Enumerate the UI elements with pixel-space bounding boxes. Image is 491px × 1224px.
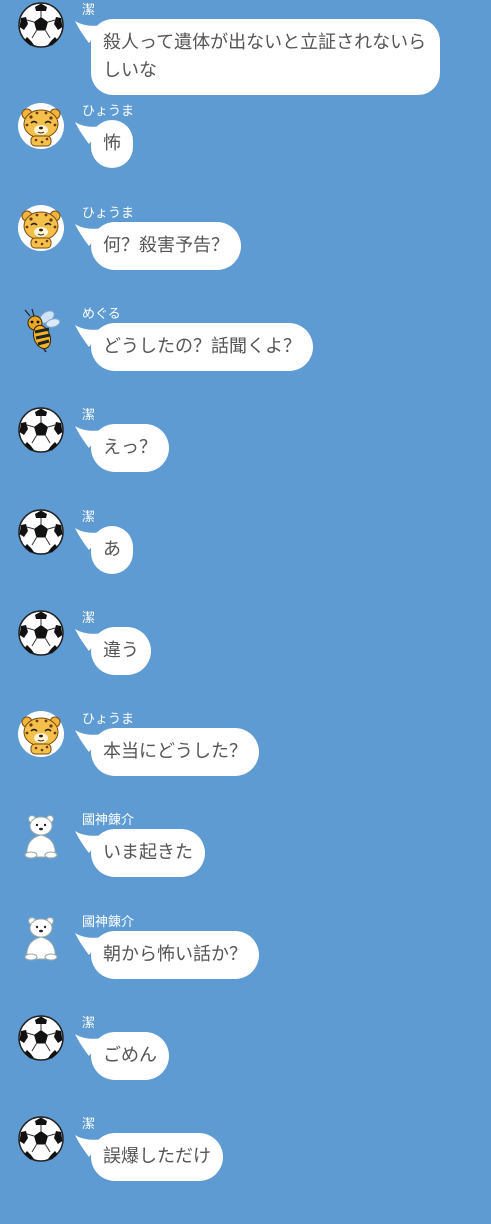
message-bubble[interactable]: 誤爆しただけ xyxy=(75,1133,223,1182)
leopard-icon[interactable] xyxy=(17,710,65,758)
bubble-tail-icon xyxy=(75,730,103,753)
soccer-ball-icon[interactable] xyxy=(17,1115,65,1163)
chat-message: 潔誤爆しただけ xyxy=(0,1113,491,1182)
bubble-tail-icon xyxy=(75,122,103,145)
bubble-tail xyxy=(75,1135,103,1158)
sender-name: 潔 xyxy=(82,610,96,626)
message-bubble[interactable]: 朝から怖い話か？ xyxy=(75,930,259,979)
bubble-tail-icon xyxy=(75,628,103,651)
message-text: あ xyxy=(103,538,121,560)
message-text: どうしたの？話聞くよ？ xyxy=(103,335,301,357)
bubble-tail-icon xyxy=(75,324,103,347)
soccer-ball-icon[interactable] xyxy=(17,406,65,454)
bubble-tail xyxy=(75,831,103,854)
sender-name: 潔 xyxy=(82,3,96,18)
chat-message: 國神錬介いま起きた xyxy=(0,809,491,878)
soccer-ball-icon[interactable] xyxy=(17,508,65,556)
sender-name: 潔 xyxy=(82,509,96,525)
chat-message: めぐるどうしたの？話聞くよ？ xyxy=(0,303,491,371)
polar-bear-icon[interactable] xyxy=(17,913,65,961)
message-text: いま起きた xyxy=(103,842,193,864)
chat-message: ひょうま何？殺害予告？ xyxy=(0,202,491,270)
bubble-tail-icon xyxy=(75,932,103,955)
bubble-tail-icon xyxy=(75,21,103,43)
bubble-tail-icon xyxy=(75,1034,103,1056)
bubble-tail xyxy=(75,730,103,753)
message-bubble[interactable]: 本当にどうした？ xyxy=(75,728,259,777)
chat-message: 潔違う xyxy=(0,607,491,675)
sender-name: ひょうま xyxy=(82,712,135,728)
message-bubble[interactable]: えっ？ xyxy=(75,424,169,473)
chat-log[interactable]: 潔殺人って遺体が出ないと立証されないらしいな ひょうま怖ひょうま 何？殺害予告？ めぐ… xyxy=(0,0,491,1224)
sender-name: 潔 xyxy=(82,408,96,424)
bubble-tail xyxy=(75,122,103,145)
sender-name: 潔 xyxy=(82,1016,96,1031)
bubble-tail xyxy=(75,527,103,550)
chat-message: 潔えっ？ xyxy=(0,404,491,473)
sender-name: 國神錬介 xyxy=(82,914,135,930)
bubble-tail-icon xyxy=(75,1135,103,1158)
message-text: 朝から怖い話か？ xyxy=(103,943,247,965)
bubble-tail-icon xyxy=(75,527,103,550)
chat-message: 潔殺人って遺体が出ないと立証されないらしいな xyxy=(0,0,491,99)
message-text: 違う xyxy=(103,639,139,661)
message-text: 何？殺害予告？ xyxy=(103,234,229,256)
leopard-icon[interactable] xyxy=(17,204,65,252)
sender-name: 國神錬介 xyxy=(82,813,135,829)
chat-message: ひょうま怖 xyxy=(0,100,491,169)
bubble-tail-icon xyxy=(75,223,103,246)
bee-icon[interactable] xyxy=(17,305,65,353)
chat-message: 潔あ xyxy=(0,506,491,574)
sender-name: 潔 xyxy=(82,1117,96,1133)
message-bubble[interactable]: 何？殺害予告？ xyxy=(75,221,241,270)
message-bubble[interactable]: あ xyxy=(75,525,133,574)
message-bubble[interactable]: 違う xyxy=(75,626,151,675)
chat-message: 潔ごめん xyxy=(0,1012,491,1080)
soccer-ball-icon[interactable] xyxy=(17,1,65,49)
message-bubble[interactable]: どうしたの？話聞くよ？ xyxy=(75,322,313,371)
message-text: 怖 xyxy=(103,133,121,155)
message-text: ごめん xyxy=(103,1045,157,1066)
polar-bear-icon[interactable] xyxy=(17,811,65,859)
bubble-tail xyxy=(75,21,103,43)
message-text: 本当にどうした？ xyxy=(103,741,247,763)
soccer-ball-icon[interactable] xyxy=(17,609,65,657)
sender-name: ひょうま xyxy=(82,205,135,221)
bubble-tail xyxy=(75,1034,103,1056)
chat-message: ひょうま本当にどうした？ xyxy=(0,708,491,777)
bubble-tail-icon xyxy=(75,831,103,854)
message-bubble[interactable]: いま起きた xyxy=(75,829,205,878)
bubble-tail xyxy=(75,426,103,449)
bubble-tail xyxy=(75,324,103,347)
leopard-icon[interactable] xyxy=(17,102,65,150)
sender-name: ひょうま xyxy=(82,104,135,120)
message-text: えっ？ xyxy=(103,437,157,459)
message-text: 誤爆しただけ xyxy=(103,1146,211,1168)
bubble-tail-icon xyxy=(75,426,103,449)
soccer-ball-icon[interactable] xyxy=(17,1014,65,1062)
bubble-tail xyxy=(75,223,103,246)
bubble-tail xyxy=(75,932,103,955)
message-bubble[interactable]: 怖 xyxy=(75,120,133,169)
message-bubble[interactable]: 殺人って遺体が出ないと立証されないらしいな xyxy=(75,19,440,95)
message-text: 殺人って遺体が出ないと立証されないらしいな xyxy=(103,32,427,81)
chat-message: 國神錬介朝から怖い話か？ xyxy=(0,911,491,979)
sender-name: めぐる xyxy=(82,306,121,322)
bubble-tail xyxy=(75,628,103,651)
message-bubble[interactable]: ごめん xyxy=(75,1032,169,1080)
